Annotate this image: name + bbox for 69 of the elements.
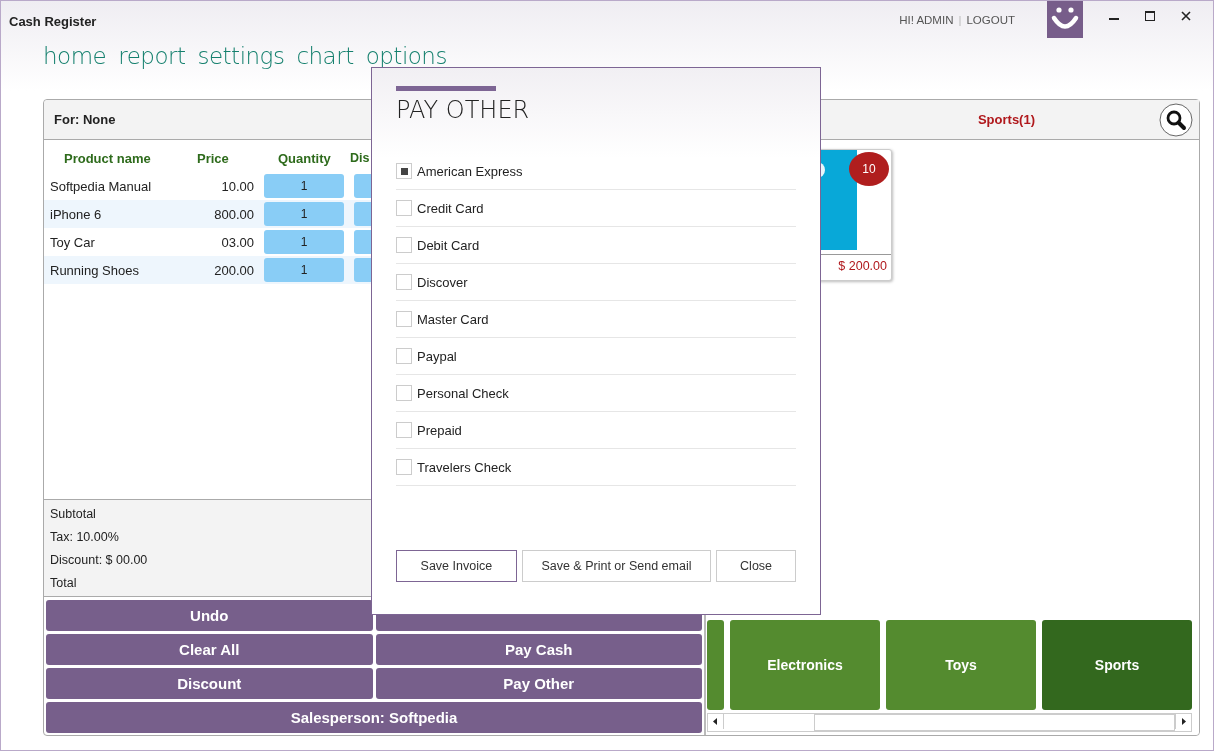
greeting-text: HI! ADMIN [899, 14, 954, 26]
maximize-icon[interactable] [1145, 11, 1155, 21]
checkbox[interactable] [396, 163, 412, 179]
action-button[interactable]: Pay Other [375, 668, 702, 699]
summary-line: Discount: $ 00.00 [50, 552, 148, 567]
checkbox[interactable] [396, 385, 412, 401]
option-label: Credit Card [417, 200, 484, 216]
table-cell-text: 800.00 [213, 206, 254, 222]
quantity-field[interactable]: 1 [264, 258, 344, 282]
quantity-field[interactable]: 1 [264, 174, 344, 198]
close-icon[interactable] [1181, 11, 1191, 21]
category-tile[interactable] [707, 620, 724, 710]
scroll-thumb[interactable] [814, 714, 1175, 731]
category-tile[interactable]: Sports [1042, 620, 1192, 710]
option-label: Personal Check [417, 385, 509, 401]
column-header: Price [196, 150, 230, 166]
quantity-field[interactable]: 1 [264, 230, 344, 254]
table-cell-text: Running Shoes [49, 262, 140, 278]
checkbox[interactable] [396, 348, 412, 364]
column-header: Dis [350, 151, 370, 165]
nav-link[interactable]: report [118, 43, 186, 99]
nav-link[interactable]: settings [197, 43, 285, 99]
dialog-button[interactable]: Save & Print or Send email [521, 550, 712, 582]
summary-line: Total [50, 575, 77, 590]
action-button[interactable]: Undo [46, 600, 373, 631]
dialog-title: PAY OTHER [396, 96, 531, 126]
table-cell-text: 03.00 [220, 234, 254, 250]
option-label: Discover [417, 274, 468, 290]
summary-line: Subtotal [50, 506, 96, 521]
table-cell-text: iPhone 6 [49, 206, 103, 222]
checkbox[interactable] [396, 274, 412, 290]
dialog-button[interactable]: Close [716, 550, 796, 582]
dialog-button[interactable]: Save Invoice [396, 550, 517, 582]
table-cell-text: 200.00 [213, 262, 254, 278]
action-button[interactable]: Clear All [46, 634, 373, 665]
action-button[interactable]: Salesperson: Softpedia [46, 702, 702, 733]
category-tile[interactable]: Toys [886, 620, 1036, 710]
option-label: Master Card [417, 311, 489, 327]
option-label: Paypal [417, 348, 457, 364]
checkbox[interactable] [396, 311, 412, 327]
search-icon[interactable] [1159, 102, 1193, 137]
quantity-field[interactable]: 1 [264, 202, 344, 226]
horizontal-scrollbar[interactable] [707, 713, 1192, 732]
option-label: Debit Card [417, 237, 480, 253]
customer-label: For: None [54, 112, 116, 127]
checkbox[interactable] [396, 237, 412, 253]
column-header: Quantity [277, 150, 332, 166]
option-label: American Express [417, 163, 523, 179]
nav-link[interactable]: home [43, 43, 107, 99]
checkbox[interactable] [396, 459, 412, 475]
checkbox[interactable] [396, 200, 412, 216]
category-tile[interactable]: Electronics [730, 620, 880, 710]
action-button[interactable]: Discount [46, 668, 373, 699]
checkbox[interactable] [396, 422, 412, 438]
window-title: Cash Register [9, 14, 97, 29]
discount-badge: 10 [851, 154, 887, 184]
table-cell-text: 10.00 [220, 178, 254, 194]
summary-line: Tax: 10.00% [50, 529, 119, 544]
option-label: Prepaid [417, 422, 462, 438]
action-button[interactable]: Pay Cash [375, 634, 702, 665]
table-cell-text: Softpedia Manual [49, 178, 153, 194]
category-title: Sports(1) [977, 112, 1035, 127]
option-label: Travelers Check [417, 459, 512, 475]
table-cell-text: Toy Car [49, 234, 96, 250]
separator: | [958, 14, 962, 26]
logout-link[interactable]: LOGOUT [966, 14, 1015, 26]
column-header: Product name [63, 150, 152, 166]
smiley-icon [1047, 1, 1083, 38]
nav-link[interactable]: chart [296, 43, 354, 99]
